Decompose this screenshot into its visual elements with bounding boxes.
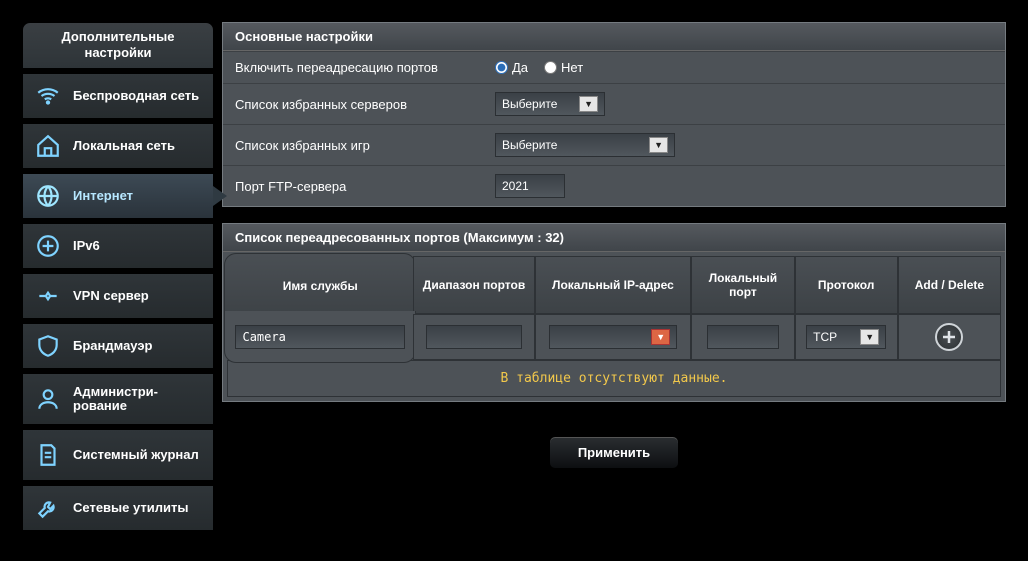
sidebar-item-ipv6[interactable]: IPv6 [22, 223, 214, 269]
chevron-down-icon: ▼ [579, 96, 598, 112]
ftp-port-label: Порт FTP-сервера [235, 179, 495, 194]
sidebar-item-label: Локальная сеть [73, 139, 175, 153]
fav-games-select[interactable]: Выберите ▼ [495, 133, 675, 157]
apply-button[interactable]: Применить [549, 436, 679, 469]
sidebar-item-wireless[interactable]: Беспроводная сеть [22, 73, 214, 119]
col-add: Add / Delete [898, 256, 1001, 314]
col-ip: Локальный IP-адрес [535, 256, 692, 314]
fav-servers-value: Выберите [502, 97, 557, 111]
sidebar-item-label: Интернет [73, 189, 133, 203]
plus-icon [941, 329, 957, 345]
chevron-down-icon: ▼ [860, 329, 879, 345]
sidebar-item-label: Брандмауэр [73, 339, 152, 353]
sidebar-item-admin[interactable]: Администри- рование [22, 373, 214, 425]
sidebar-item-label: Беспроводная сеть [73, 89, 199, 103]
globe-icon [35, 183, 61, 209]
fav-games-label: Список избранных игр [235, 138, 495, 153]
chevron-down-icon: ▼ [651, 329, 670, 345]
col-range: Диапазон портов [413, 256, 534, 314]
no-data-message: В таблице отсутствуют данные. [227, 360, 1001, 397]
sidebar-item-tools[interactable]: Сетевые утилиты [22, 485, 214, 531]
fav-games-value: Выберите [502, 138, 557, 152]
basic-settings-panel: Основные настройки Включить переадресаци… [222, 22, 1006, 207]
sidebar-item-lan[interactable]: Локальная сеть [22, 123, 214, 169]
service-name-input[interactable] [235, 325, 405, 349]
local-port-input[interactable] [707, 325, 778, 349]
radio-no[interactable]: Нет [544, 60, 583, 75]
sidebar-item-firewall[interactable]: Брандмауэр [22, 323, 214, 369]
content-area: Основные настройки Включить переадресаци… [222, 22, 1006, 531]
ftp-port-input[interactable] [495, 174, 565, 198]
ipv6-icon [35, 233, 61, 259]
col-service: Имя службы [224, 253, 416, 317]
log-icon [35, 442, 61, 468]
enable-forwarding-label: Включить переадресацию портов [235, 60, 495, 75]
shield-icon [35, 333, 61, 359]
sidebar-item-syslog[interactable]: Системный журнал [22, 429, 214, 481]
chevron-down-icon: ▼ [649, 137, 668, 153]
local-ip-select[interactable]: ▼ [549, 325, 677, 349]
sidebar-item-label: IPv6 [73, 239, 100, 253]
port-table-header: Имя службы Диапазон портов Локальный IP-… [227, 256, 1001, 314]
sidebar-header: Дополнительные настройки [22, 22, 214, 69]
protocol-select[interactable]: TCP ▼ [806, 325, 886, 349]
sidebar: Дополнительные настройки Беспроводная се… [22, 22, 214, 531]
port-table-row: ▼ TCP ▼ [227, 314, 1001, 360]
col-port: Локальный порт [691, 256, 794, 314]
sidebar-item-label: Администри- рование [73, 385, 158, 414]
col-proto: Протокол [795, 256, 898, 314]
sidebar-item-label: Системный журнал [73, 448, 199, 462]
radio-yes-input[interactable] [495, 61, 508, 74]
fav-servers-label: Список избранных серверов [235, 97, 495, 112]
sidebar-item-vpn[interactable]: VPN сервер [22, 273, 214, 319]
port-range-input[interactable] [426, 325, 522, 349]
radio-no-input[interactable] [544, 61, 557, 74]
home-icon [35, 133, 61, 159]
add-row-button[interactable] [935, 323, 963, 351]
admin-icon [35, 386, 61, 412]
sidebar-item-internet[interactable]: Интернет [22, 173, 214, 219]
basic-settings-title: Основные настройки [223, 23, 1005, 51]
fav-servers-select[interactable]: Выберите ▼ [495, 92, 605, 116]
port-list-title: Список переадресованных портов (Максимум… [223, 224, 1005, 252]
radio-yes[interactable]: Да [495, 60, 528, 75]
sidebar-item-label: Сетевые утилиты [73, 501, 188, 515]
protocol-value: TCP [813, 330, 837, 344]
wrench-icon [35, 495, 61, 521]
radio-no-label: Нет [561, 60, 583, 75]
radio-yes-label: Да [512, 60, 528, 75]
wifi-icon [35, 83, 61, 109]
sidebar-item-label: VPN сервер [73, 289, 149, 303]
port-list-panel: Список переадресованных портов (Максимум… [222, 223, 1006, 402]
vpn-icon [35, 283, 61, 309]
